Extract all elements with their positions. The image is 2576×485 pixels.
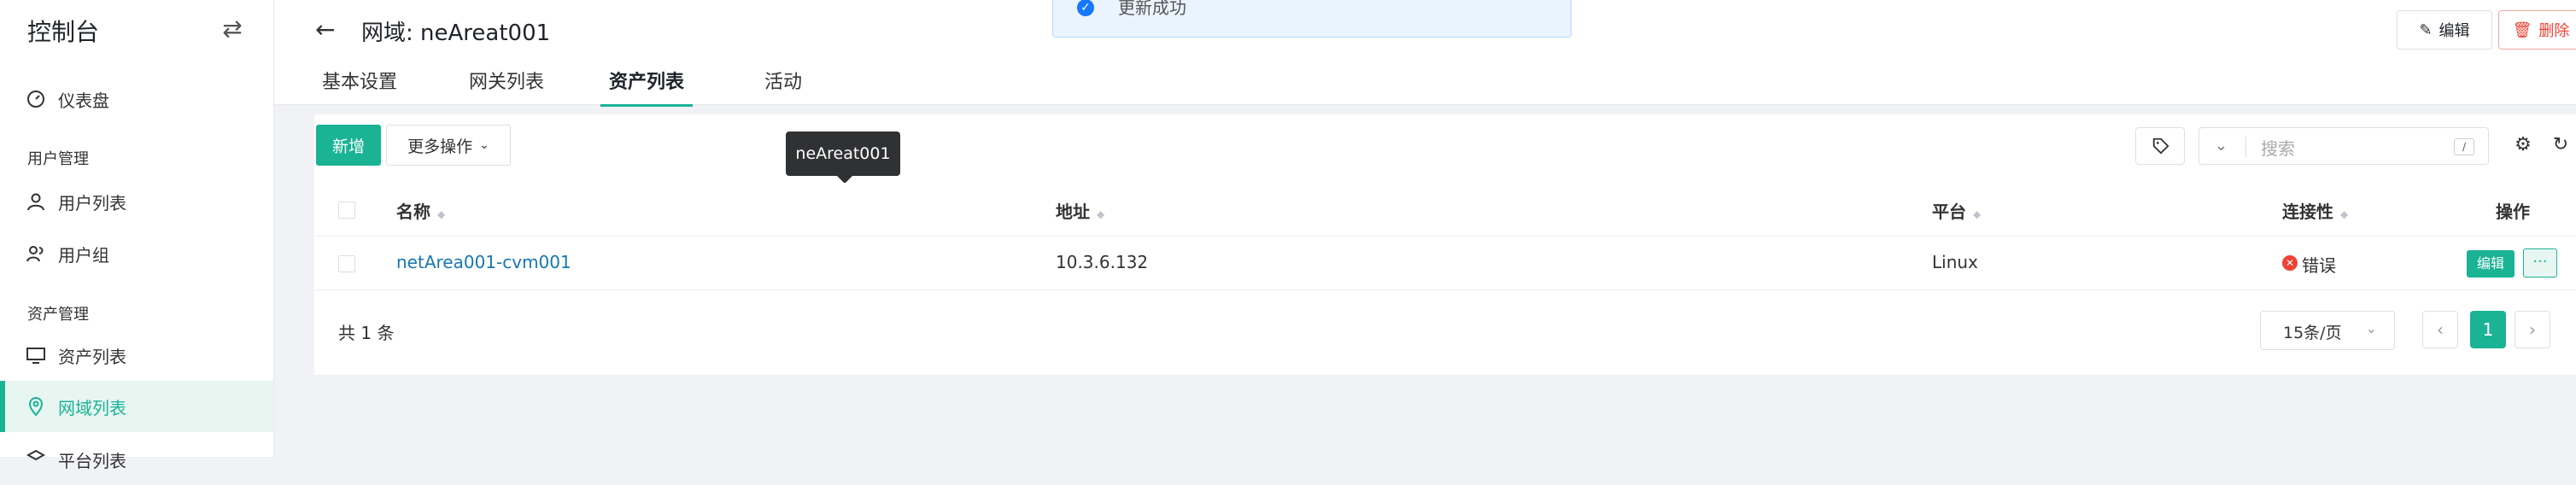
switch-icon[interactable]: ⇄ [219, 15, 246, 43]
column-label: 名称 [396, 202, 430, 222]
row-edit-button[interactable]: 编辑 [2467, 250, 2515, 278]
current-page[interactable]: 1 [2470, 311, 2506, 348]
edit-button-label: 编辑 [2438, 22, 2470, 40]
sidebar-title: 控制台 [27, 18, 100, 46]
gear-icon[interactable]: ⚙ [2511, 133, 2535, 157]
sidebar-item-label: 资产列表 [58, 346, 126, 367]
prev-page-button[interactable]: ‹ [2422, 311, 2458, 348]
chevron-down-icon: ⌄ [479, 138, 489, 152]
total-count: 共 1 条 [338, 323, 395, 343]
more-actions-label: 更多操作 [407, 137, 473, 156]
sort-icon[interactable]: ◆ [1973, 208, 1981, 220]
column-header-connectivity[interactable]: 连接性 ◆ [2282, 198, 2348, 223]
sidebar-item-label: 平台列表 [58, 450, 126, 471]
asset-name-link[interactable]: netArea001-cvm001 [396, 252, 571, 272]
column-header-platform[interactable]: 平台 ◆ [1932, 198, 1981, 223]
toast-message: 更新成功 [1118, 0, 1186, 18]
create-button[interactable]: 新增 [316, 125, 381, 166]
column-header-address[interactable]: 地址 ◆ [1056, 198, 1104, 223]
next-page-button[interactable]: › [2515, 311, 2550, 348]
column-label: 连接性 [2282, 202, 2333, 222]
connectivity-status: 错误 [2302, 255, 2336, 276]
asset-platform: Linux [1932, 252, 1978, 272]
table-row: netArea001-cvm001 10.3.6.132 Linux 错误 [316, 237, 2576, 290]
page-size-value: 15条/页 [2283, 324, 2342, 342]
column-label: 平台 [1932, 202, 1966, 222]
shortcut-hint: / [2454, 138, 2474, 155]
dashboard-icon [27, 91, 44, 108]
user-group-icon [26, 246, 44, 262]
sidebar-item-label: 用户列表 [58, 192, 126, 213]
sort-icon[interactable]: ◆ [2340, 208, 2348, 220]
sidebar-item-label: 仪表盘 [58, 90, 109, 111]
sidebar-item-domain-list[interactable]: 网域列表 [0, 381, 273, 432]
back-arrow-icon[interactable]: ← [315, 15, 335, 44]
delete-button[interactable]: 🗑 删除 [2498, 10, 2576, 50]
error-icon: ✕ [2282, 255, 2298, 271]
tab-activity[interactable]: 活动 [764, 67, 802, 104]
tab-basic-settings[interactable]: 基本设置 [322, 67, 397, 104]
chevron-down-icon[interactable]: ⌄ [2215, 137, 2228, 155]
section-user-management: 用户管理 [27, 150, 89, 168]
search-box[interactable]: ⌄ 搜索 / [2198, 127, 2489, 165]
separator [2245, 137, 2246, 157]
page-title: 网域: neAreat001 [361, 20, 551, 46]
edit-button[interactable]: ✎ 编辑 [2397, 10, 2492, 50]
sidebar-item-label: 用户组 [58, 244, 109, 266]
column-label: 地址 [1056, 202, 1090, 222]
select-all-checkbox[interactable] [338, 202, 355, 219]
success-toast: ✓ 更新成功 [1052, 0, 1572, 38]
monitor-icon [26, 348, 45, 364]
column-header-actions: 操作 [2496, 202, 2530, 222]
tab-asset-list[interactable]: 资产列表 [600, 67, 694, 107]
more-actions-dropdown[interactable]: 更多操作 ⌄ [386, 125, 511, 166]
tab-gateway-list[interactable]: 网关列表 [469, 67, 544, 104]
sidebar-item-asset-list[interactable]: 资产列表 [0, 330, 273, 381]
row-checkbox[interactable] [338, 255, 355, 272]
sidebar-item-label: 网域列表 [58, 397, 126, 418]
sort-icon[interactable]: ◆ [437, 208, 445, 220]
tooltip: neAreat001 [786, 131, 900, 184]
table-header: 名称 ◆ 地址 ◆ 平台 ◆ 连接性 ◆ 操作 [316, 183, 2576, 237]
sidebar-item-user-group[interactable]: 用户组 [0, 228, 273, 279]
tag-icon [2152, 137, 2169, 155]
edit-icon: ✎ [2419, 20, 2433, 39]
sidebar-item-dashboard[interactable]: 仪表盘 [0, 73, 273, 125]
refresh-icon[interactable]: ↻ [2549, 133, 2573, 157]
page-size-select[interactable]: 15条/页 ⌄ [2260, 311, 2395, 350]
column-header-name[interactable]: 名称 ◆ [396, 198, 445, 223]
user-icon [27, 193, 44, 211]
sidebar-item-user-list[interactable]: 用户列表 [0, 176, 273, 227]
check-circle-icon: ✓ [1077, 0, 1094, 16]
row-more-button[interactable]: ··· [2523, 248, 2557, 278]
search-input[interactable]: 搜索 [2261, 135, 2295, 160]
platform-icon [26, 449, 46, 461]
chevron-down-icon: ⌄ [2365, 320, 2377, 336]
delete-button-label: 删除 [2538, 22, 2570, 40]
section-asset-management: 资产管理 [27, 306, 89, 324]
asset-address: 10.3.6.132 [1056, 252, 1149, 272]
trash-icon: 🗑 [2512, 20, 2532, 39]
sidebar-item-platform-list[interactable]: 平台列表 [0, 434, 273, 485]
sort-icon[interactable]: ◆ [1097, 208, 1104, 220]
location-icon [28, 397, 44, 417]
sidebar: 控制台 ⇄ 仪表盘 用户管理 用户列表 用户组 资产管理 资产列表 网域列表 平… [0, 0, 274, 471]
tag-filter-button[interactable] [2135, 127, 2185, 165]
